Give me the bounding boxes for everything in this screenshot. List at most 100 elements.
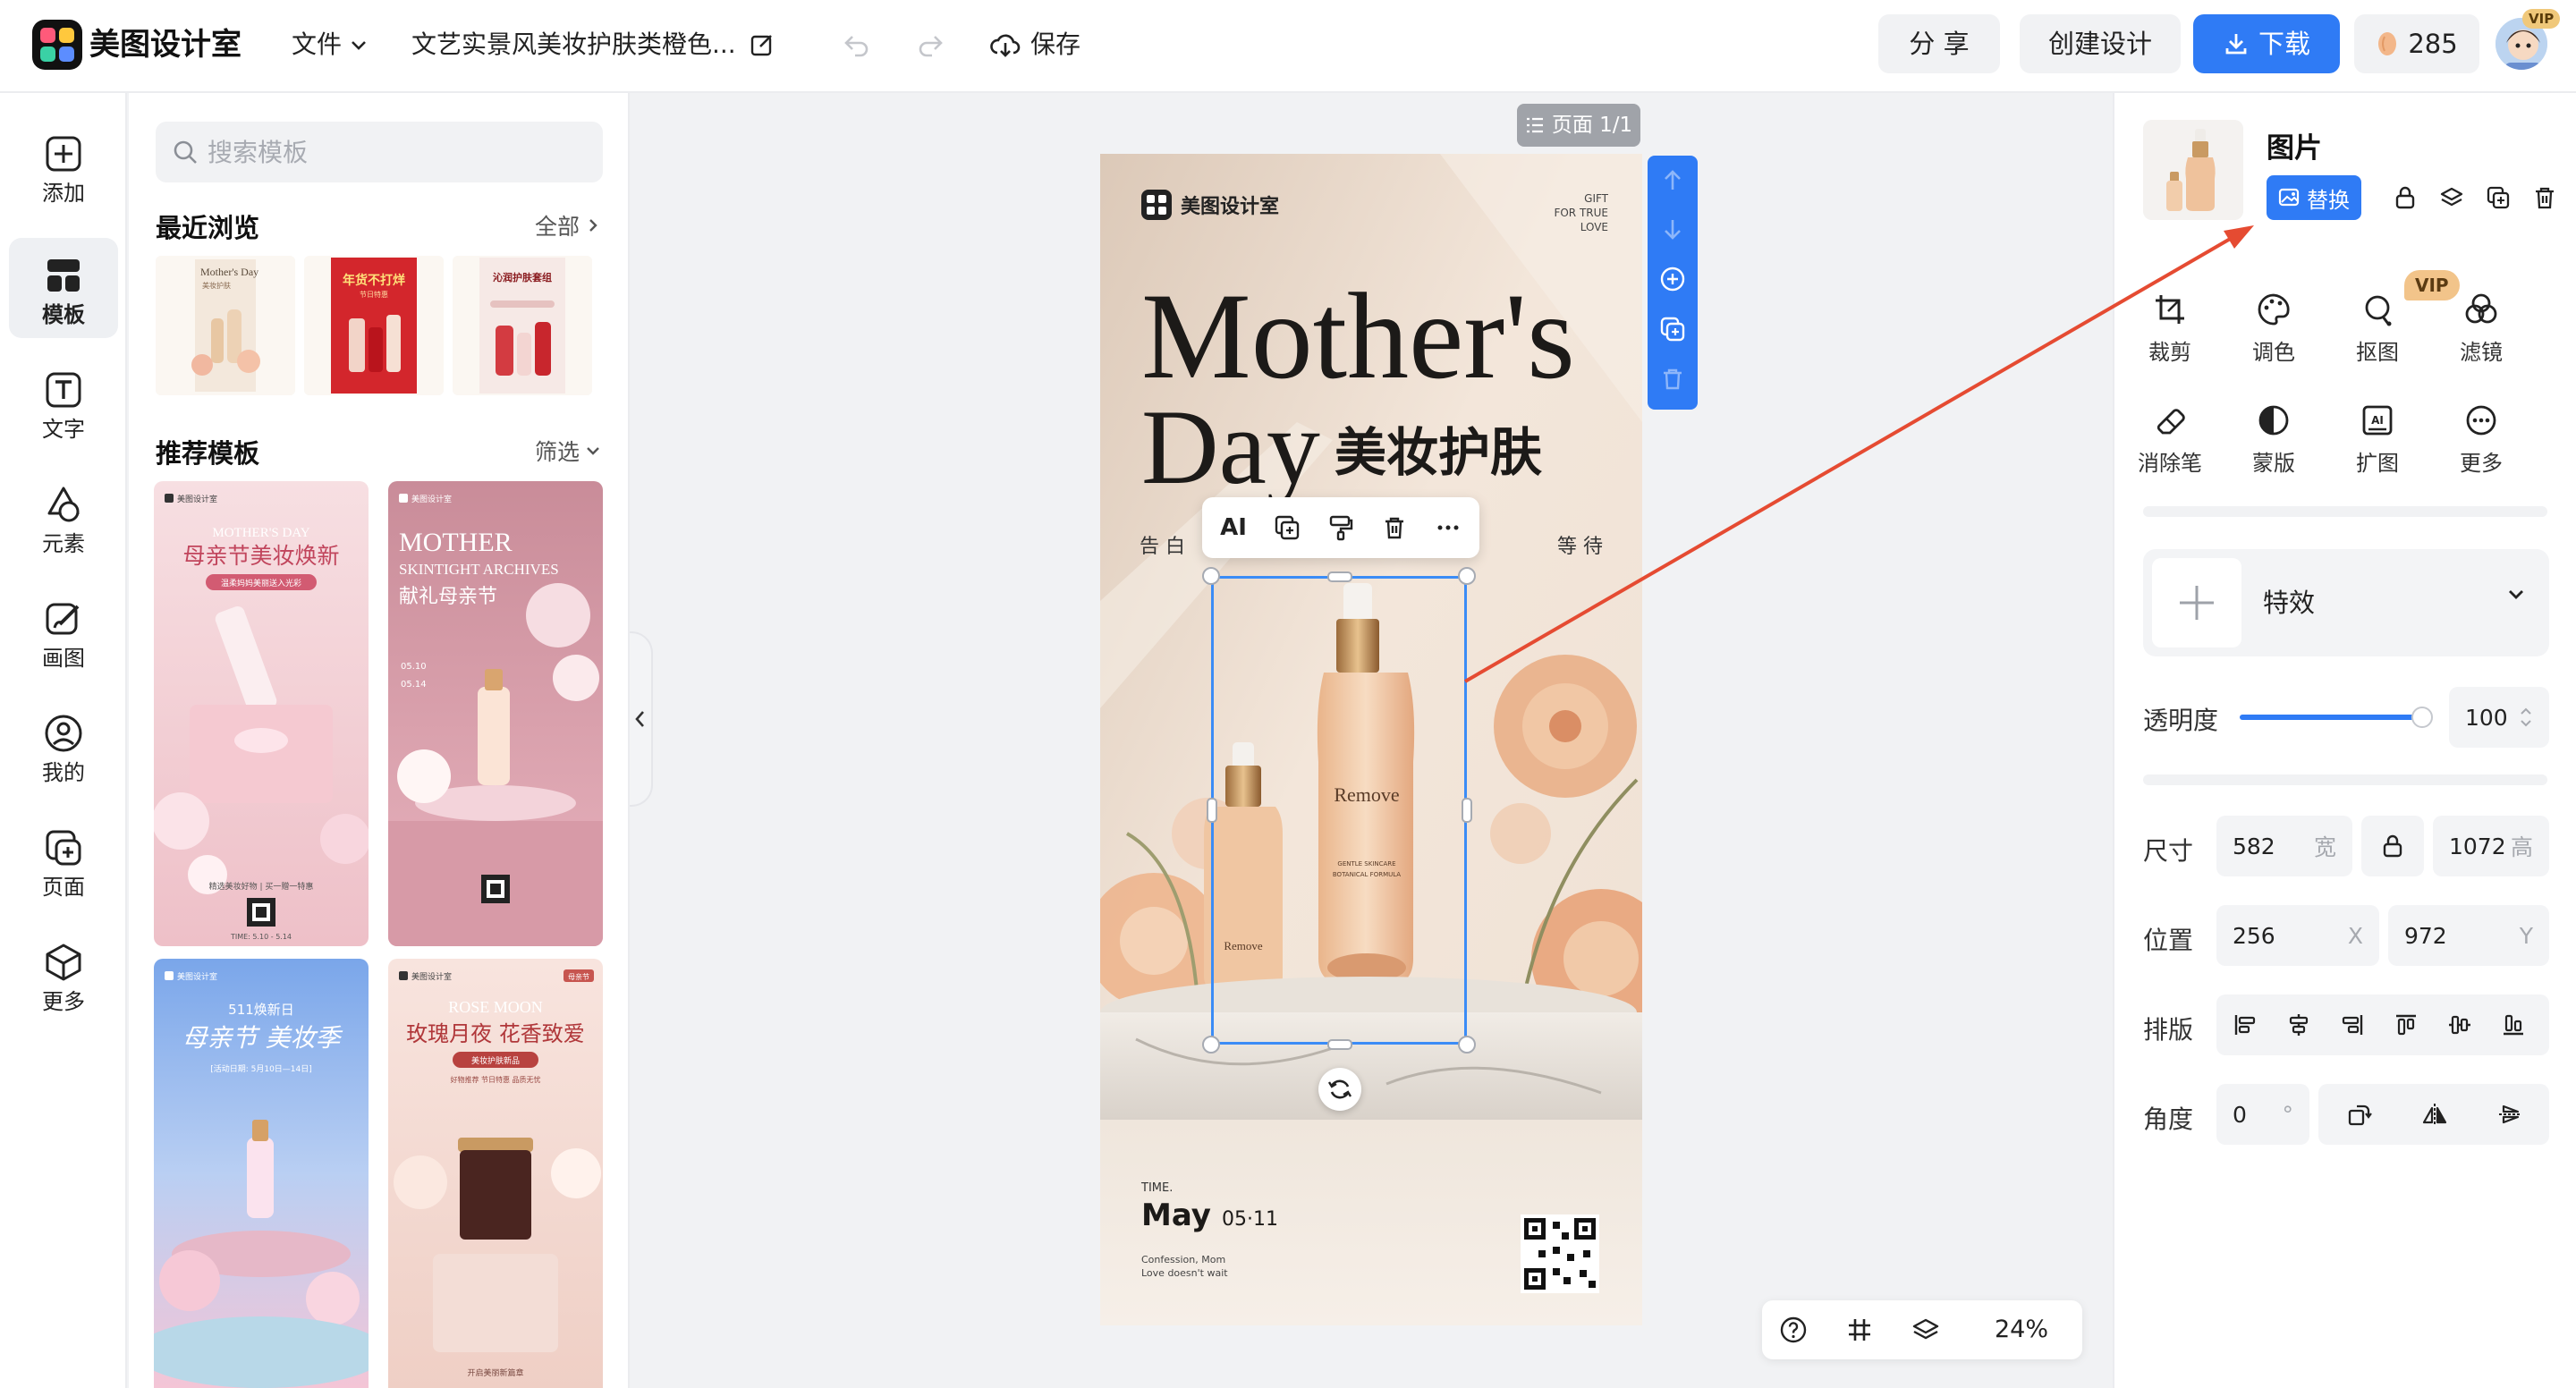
move-page-down-icon[interactable] xyxy=(1657,213,1689,245)
tool-adjust-color-label: 调色 xyxy=(2252,340,2295,365)
move-page-up-icon[interactable] xyxy=(1657,165,1689,197)
zoom-level[interactable]: 24% xyxy=(1977,1300,2066,1359)
undo-icon[interactable] xyxy=(837,25,877,64)
rotate-90-icon[interactable] xyxy=(2342,1096,2377,1132)
opacity-value: 100 xyxy=(2465,704,2508,731)
flip-horizontal-icon[interactable] xyxy=(2417,1096,2453,1132)
layers-icon[interactable] xyxy=(1907,1311,1945,1349)
resize-handle-top-right[interactable] xyxy=(1458,567,1476,585)
document-title[interactable]: 文艺实景风美妆护肤类橙色... xyxy=(411,25,775,64)
y-input[interactable]: 972 Y xyxy=(2388,905,2549,966)
beans-balance-button[interactable]: 285 xyxy=(2354,14,2479,73)
edit-icon[interactable] xyxy=(749,31,775,58)
flip-vertical-icon[interactable] xyxy=(2492,1096,2528,1132)
download-button[interactable]: 下载 xyxy=(2193,14,2340,73)
height-input[interactable]: 1072 高 xyxy=(2433,816,2549,876)
layer-order-icon[interactable] xyxy=(2436,182,2467,213)
align-center-h-icon[interactable] xyxy=(2281,1007,2317,1043)
template-search[interactable] xyxy=(156,122,603,182)
resize-handle-bottom[interactable] xyxy=(1327,1039,1352,1050)
file-menu[interactable]: 文件 xyxy=(292,25,369,64)
opacity-slider-thumb[interactable] xyxy=(2411,707,2433,728)
grid-icon[interactable] xyxy=(1841,1311,1878,1349)
opacity-slider[interactable] xyxy=(2240,715,2424,720)
resize-handle-top[interactable] xyxy=(1327,571,1352,582)
template-card-4[interactable]: 美图设计室 母亲节 ROSE MOON 玫瑰月夜 花香致爱 美妆护肤新品 好物推… xyxy=(388,959,603,1388)
align-center-v-icon[interactable] xyxy=(2442,1007,2478,1043)
redo-icon[interactable] xyxy=(911,25,950,64)
opacity-input[interactable]: 100 xyxy=(2449,687,2549,748)
vip-tag: VIP xyxy=(2522,9,2561,29)
resize-handle-right[interactable] xyxy=(1462,798,1472,823)
page-indicator[interactable]: 页面 1/1 xyxy=(1517,104,1640,147)
recent-all-link[interactable]: 全部 xyxy=(535,209,601,241)
filter-label: 筛选 xyxy=(534,439,580,465)
rotate-icon[interactable] xyxy=(1318,1068,1361,1111)
align-top-icon[interactable] xyxy=(2388,1007,2424,1043)
stepper-icon[interactable] xyxy=(2519,706,2533,729)
copy-element-icon[interactable] xyxy=(1268,509,1306,546)
beans-count: 285 xyxy=(2408,29,2458,59)
delete-icon[interactable] xyxy=(2529,182,2560,213)
lock-icon[interactable] xyxy=(2390,182,2420,213)
add-effect-button[interactable] xyxy=(2152,558,2241,647)
replace-image-button[interactable]: 替换 xyxy=(2267,175,2361,220)
angle-input[interactable]: 0 ° xyxy=(2216,1084,2309,1145)
template-card-1[interactable]: 美图设计室 MOTHER'S DAY 母亲节美妆焕新 温柔妈妈美丽送入光彩 精选… xyxy=(154,481,369,946)
resize-handle-top-left[interactable] xyxy=(1202,567,1220,585)
app-logo-icon[interactable] xyxy=(32,20,82,70)
resize-handle-bottom-left[interactable] xyxy=(1202,1036,1220,1054)
align-bottom-icon[interactable] xyxy=(2496,1007,2531,1043)
template-card-2[interactable]: 美图设计室 MOTHER SKINTIGHT ARCHIVES 献礼母亲节 05… xyxy=(388,481,603,946)
aspect-lock-button[interactable] xyxy=(2361,816,2424,876)
rail-text[interactable]: 文字 xyxy=(9,352,118,453)
x-input[interactable]: 256 X xyxy=(2216,905,2379,966)
recent-thumb-3[interactable]: 沁润护肤套组 xyxy=(453,256,592,395)
tool-mask[interactable]: 蒙版 xyxy=(2231,402,2317,488)
template-card-3[interactable]: 美图设计室 511焕新日 母亲节 美妆季 [活动日期: 5月10日—14日] xyxy=(154,959,369,1388)
tool-more[interactable]: 更多 xyxy=(2438,402,2524,488)
selection-box[interactable] xyxy=(1211,576,1467,1045)
recent-thumb-1[interactable]: Mother's Day 美妆护肤 xyxy=(156,256,295,395)
tool-cutout[interactable]: 抠图 xyxy=(2334,292,2420,377)
collapse-panel-handle[interactable] xyxy=(630,631,653,807)
align-left-icon[interactable] xyxy=(2227,1007,2263,1043)
tool-expand[interactable]: AI 扩图 xyxy=(2334,402,2420,488)
more-options-icon[interactable] xyxy=(1429,509,1467,546)
chevron-down-icon[interactable] xyxy=(2504,583,2528,606)
save-button[interactable]: 保存 xyxy=(989,25,1080,64)
section-divider xyxy=(2143,774,2547,785)
search-input[interactable] xyxy=(208,137,583,167)
filter-link[interactable]: 筛选 xyxy=(535,435,601,467)
left-tool-rail: 添加 模板 文字 元素 画图 我的 页面 更多 xyxy=(0,93,127,1388)
tool-adjust-color[interactable]: 调色 xyxy=(2231,292,2317,377)
width-input[interactable]: 582 宽 xyxy=(2216,816,2352,876)
rail-more[interactable]: 更多 xyxy=(9,925,118,1025)
tool-crop[interactable]: 裁剪 xyxy=(2127,292,2213,377)
recent-thumb-2[interactable]: 年货不打烊 节日特惠 xyxy=(304,256,444,395)
rail-add[interactable]: 添加 xyxy=(9,116,118,216)
effects-section[interactable]: 特效 xyxy=(2143,549,2549,656)
rail-element[interactable]: 元素 xyxy=(9,467,118,567)
delete-element-icon[interactable] xyxy=(1376,509,1413,546)
add-page-icon[interactable] xyxy=(1657,263,1689,295)
ai-tool-button[interactable]: AI xyxy=(1215,509,1252,546)
tool-filter[interactable]: 滤镜 xyxy=(2438,292,2524,377)
template-card-1-foot: 精选美妆好物 | 买一赠一特惠 xyxy=(209,881,314,892)
resize-handle-left[interactable] xyxy=(1207,798,1217,823)
duplicate-page-icon[interactable] xyxy=(1657,313,1689,345)
help-icon[interactable] xyxy=(1775,1311,1812,1349)
duplicate-icon[interactable] xyxy=(2483,182,2513,213)
poster-title-line1: Mother's xyxy=(1141,267,1575,404)
rail-mine[interactable]: 我的 xyxy=(9,696,118,796)
resize-handle-bottom-right[interactable] xyxy=(1458,1036,1476,1054)
align-right-icon[interactable] xyxy=(2334,1007,2370,1043)
rail-template[interactable]: 模板 xyxy=(9,238,118,338)
rail-draw[interactable]: 画图 xyxy=(9,581,118,681)
rail-page[interactable]: 页面 xyxy=(9,810,118,910)
tool-eraser[interactable]: 消除笔 xyxy=(2127,402,2213,488)
delete-page-icon[interactable] xyxy=(1657,363,1689,395)
format-painter-icon[interactable] xyxy=(1322,509,1360,546)
share-button[interactable]: 分 享 xyxy=(1878,14,2000,73)
create-design-button[interactable]: 创建设计 xyxy=(2020,14,2181,73)
